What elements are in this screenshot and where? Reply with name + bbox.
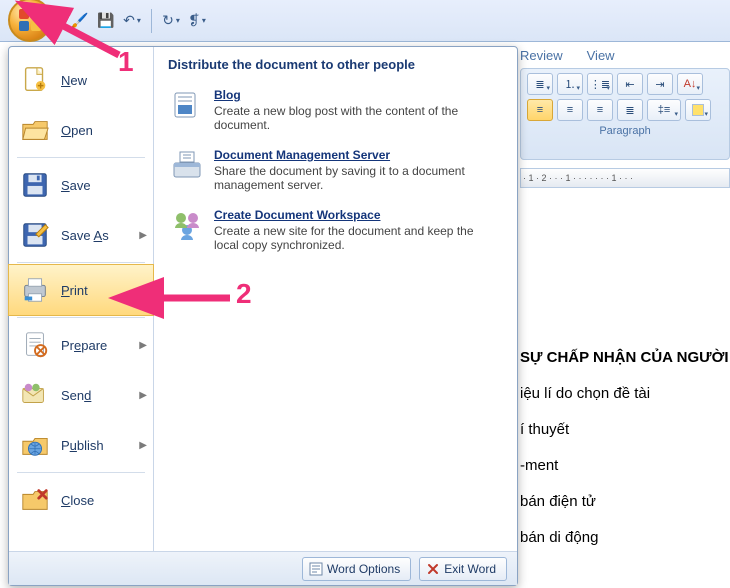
office-menu: New Open Save Save As ▶ [8, 46, 518, 586]
menu-label: Close [61, 493, 94, 508]
ruler[interactable]: · 1 · 2 · · · 1 · · · · · · · 1 · · · [520, 168, 730, 188]
numbering-button[interactable]: ⒈ [557, 73, 583, 95]
workspace-icon [170, 208, 204, 242]
menu-label: Send [61, 388, 91, 403]
exit-icon [426, 562, 440, 576]
menu-open[interactable]: Open [9, 105, 153, 155]
submenu-desc: Create a new site for the document and k… [214, 224, 501, 252]
submenu-arrow-icon: ▶ [139, 230, 147, 241]
menu-save-as[interactable]: Save As ▶ [9, 210, 153, 260]
menu-label: Save [61, 178, 91, 193]
quick-access-toolbar: 🖌️ 💾 ↶ ↻ ❡ [0, 0, 730, 42]
close-icon [19, 484, 51, 516]
doc-line: iệu lí do chọn đề tài [520, 376, 730, 412]
menu-label: Open [61, 123, 93, 138]
group-label: Paragraph [527, 125, 723, 137]
menu-label: Publish [61, 438, 104, 453]
submenu-heading: Distribute the document to other people [168, 57, 503, 72]
menu-close[interactable]: Close [9, 475, 153, 525]
print-icon [19, 274, 51, 306]
ribbon-paragraph-group: ≣ ⒈ ⋮≣ ⇤ ⇥ A↓ ≡ ≡ ≡ ≣ ‡≡ Paragraph [520, 68, 730, 160]
publish-icon [19, 429, 51, 461]
undo-button[interactable]: ↶ [121, 10, 143, 32]
format-painter-icon[interactable]: 🖌️ [69, 10, 91, 32]
align-center-button[interactable]: ≡ [557, 99, 583, 121]
prepare-icon [19, 329, 51, 361]
save-icon[interactable]: 💾 [95, 10, 117, 32]
button-label: Exit Word [444, 562, 496, 576]
menu-label: Prepare [61, 338, 107, 353]
open-icon [19, 114, 51, 146]
document-area[interactable]: SỰ CHẤP NHẬN CỦA NGƯỜI iệu lí do chọn đề… [520, 340, 730, 556]
submenu-arrow-icon: ▶ [139, 440, 147, 451]
tab-view[interactable]: View [587, 48, 615, 63]
save-as-icon [19, 219, 51, 251]
doc-line: í thuyết [520, 412, 730, 448]
exit-word-button[interactable]: Exit Word [419, 557, 507, 581]
office-logo-icon [19, 9, 41, 31]
submenu-arrow-icon: ▶ [139, 390, 147, 401]
menu-label: Save As [61, 228, 109, 243]
office-menu-right: Distribute the document to other people … [154, 47, 517, 551]
shading-button[interactable] [685, 99, 711, 121]
bullets-button[interactable]: ≣ [527, 73, 553, 95]
doc-line: SỰ CHẤP NHẬN CỦA NGƯỜI [520, 340, 730, 376]
office-menu-footer: Word Options Exit Word [9, 551, 517, 585]
submenu-arrow-icon: ▶ [139, 340, 147, 351]
ribbon-tabs: Review View [520, 42, 615, 68]
submenu-title: Blog [214, 88, 501, 102]
new-icon [19, 64, 51, 96]
style-button[interactable]: ❡ [186, 10, 208, 32]
indent-increase-button[interactable]: ⇥ [647, 73, 673, 95]
submenu-title: Document Management Server [214, 148, 501, 162]
menu-save[interactable]: Save [9, 160, 153, 210]
menu-prepare[interactable]: Prepare ▶ [9, 320, 153, 370]
submenu-item-workspace[interactable]: Create Document Workspace Create a new s… [168, 200, 503, 260]
sort-button[interactable]: A↓ [677, 73, 703, 95]
redo-button[interactable]: ↻ [160, 10, 182, 32]
menu-label: Print [61, 283, 88, 298]
line-spacing-button[interactable]: ‡≡ [647, 99, 681, 121]
word-options-button[interactable]: Word Options [302, 557, 411, 581]
submenu-desc: Create a new blog post with the content … [214, 104, 501, 132]
doc-line: bán điện tử [520, 484, 730, 520]
submenu-item-dms[interactable]: Document Management Server Share the doc… [168, 140, 503, 200]
tab-review[interactable]: Review [520, 48, 563, 63]
indent-decrease-button[interactable]: ⇤ [617, 73, 643, 95]
blog-icon [170, 88, 204, 122]
doc-line: -ment [520, 448, 730, 484]
menu-send[interactable]: Send ▶ [9, 370, 153, 420]
submenu-title: Create Document Workspace [214, 208, 501, 222]
justify-button[interactable]: ≣ [617, 99, 643, 121]
menu-publish[interactable]: Publish ▶ [9, 420, 153, 470]
office-menu-left: New Open Save Save As ▶ [9, 47, 154, 551]
office-button[interactable] [8, 0, 52, 42]
multilevel-button[interactable]: ⋮≣ [587, 73, 613, 95]
align-left-button[interactable]: ≡ [527, 99, 553, 121]
doc-line: bán di động [520, 520, 730, 556]
button-label: Word Options [327, 562, 400, 576]
submenu-arrow-icon: ▶ [139, 285, 147, 296]
send-icon [19, 379, 51, 411]
submenu-desc: Share the document by saving it to a doc… [214, 164, 501, 192]
submenu-item-blog[interactable]: Blog Create a new blog post with the con… [168, 80, 503, 140]
menu-print[interactable]: Print ▶ [9, 265, 153, 315]
menu-new[interactable]: New [9, 55, 153, 105]
save-icon [19, 169, 51, 201]
server-icon [170, 148, 204, 182]
align-right-button[interactable]: ≡ [587, 99, 613, 121]
options-icon [309, 562, 323, 576]
menu-label: New [61, 73, 87, 88]
